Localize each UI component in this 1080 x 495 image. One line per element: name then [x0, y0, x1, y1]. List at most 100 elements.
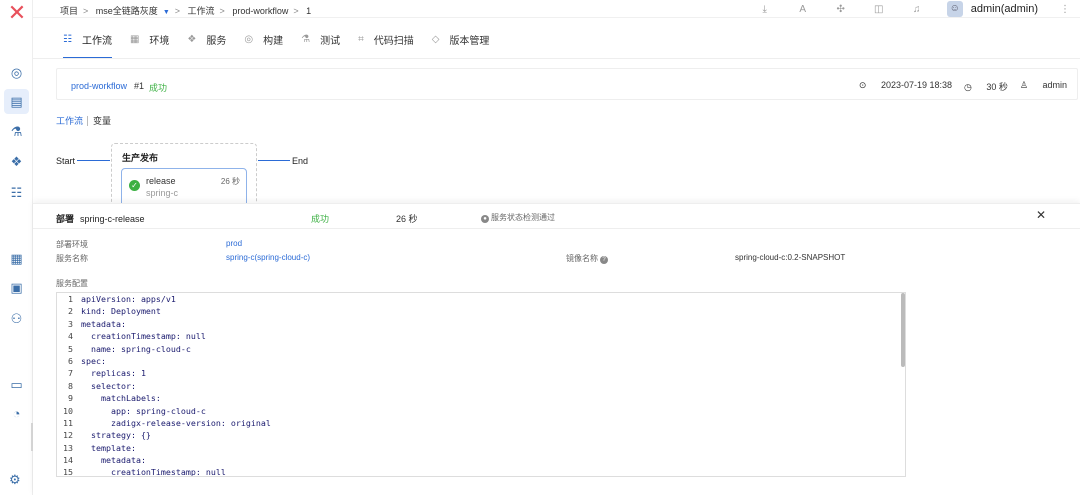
code-text: template:: [81, 442, 136, 453]
breadcrumb: 项目 > mse全链路灰度 ▼ > 工作流 > prod-workflow > 1: [60, 6, 312, 16]
workflow-icon: ☷: [63, 33, 72, 45]
env-icon: ▦: [129, 33, 140, 45]
breadcrumb-project[interactable]: 项目: [60, 6, 78, 16]
monitor-icon[interactable]: ▭: [8, 376, 25, 393]
pie-chart-icon[interactable]: ◔: [8, 405, 25, 422]
gear-icon[interactable]: ⚙: [9, 472, 21, 488]
line-number: 12: [63, 430, 73, 441]
job-name: release: [146, 176, 176, 186]
line-number: 14: [63, 455, 73, 466]
workflow-rail-icon[interactable]: ☷: [8, 184, 25, 201]
line-number: 9: [68, 393, 73, 404]
panel-time: 26 秒: [396, 214, 418, 224]
code-line: 15 creationTimestamp: null: [57, 466, 905, 477]
service-value[interactable]: spring-c(spring-cloud-c): [226, 253, 310, 262]
user-name[interactable]: admin(admin): [971, 3, 1038, 15]
line-number: 10: [63, 405, 73, 416]
code-text: metadata:: [81, 455, 146, 466]
code-text: matchLabels:: [81, 393, 161, 404]
close-icon[interactable]: ✕: [1036, 208, 1046, 222]
bell-icon[interactable]: ♫: [911, 4, 923, 15]
code-line: 5 name: spring-cloud-c: [57, 343, 905, 355]
run-time: ⊙ 2023-07-19 18:38: [858, 80, 953, 90]
tab-workflow[interactable]: ☷ 工作流: [63, 27, 112, 59]
subtabs: 工作流 变量: [56, 114, 112, 127]
line-number: 5: [68, 343, 73, 354]
users-icon[interactable]: ⚇: [8, 310, 25, 327]
chevron-down-icon[interactable]: ▼: [163, 9, 170, 16]
line-number: 2: [68, 306, 73, 317]
line-number: 8: [68, 380, 73, 391]
flask-icon[interactable]: ⚗: [8, 123, 25, 140]
tab-scan[interactable]: ⌗ 代码扫描: [358, 27, 414, 51]
line-number: 6: [68, 355, 73, 366]
stage-title: 生产发布: [122, 153, 159, 163]
code-text: strategy: {}: [81, 430, 151, 441]
flow-end: End: [292, 156, 309, 166]
code-line: 10 app: spring-cloud-c: [57, 405, 905, 417]
editor-scrollbar[interactable]: [901, 293, 905, 367]
code-line: 13 template:: [57, 442, 905, 454]
yaml-editor[interactable]: 1 apiVersion: apps/v1 2 kind: Deployment 3 me…: [56, 292, 906, 477]
image-value: spring-cloud-c:0.2-SNAPSHOT: [735, 253, 846, 262]
tab-service[interactable]: ❖ 服务: [187, 27, 226, 51]
tab-build[interactable]: ◎ 构建: [244, 27, 283, 51]
left-rail: ✕ ◎ ▤ ⚗ ❖ ☷ ▦ ▣ ⚇ ▭ ◔ ⚙: [0, 0, 33, 495]
tab-env[interactable]: ▦ 环境: [130, 27, 169, 51]
plugin-icon[interactable]: ✣: [835, 4, 847, 15]
dashboard-icon[interactable]: ◎: [8, 64, 25, 81]
code-line: 2 kind: Deployment: [57, 305, 905, 317]
breadcrumb-workflow[interactable]: 工作流: [188, 6, 215, 16]
line-number: 4: [68, 331, 73, 342]
flow-start: Start: [56, 156, 76, 166]
panel-divider: [33, 228, 1080, 229]
code-text: app: spring-cloud-c: [81, 405, 206, 416]
code-text: creationTimestamp: null: [81, 331, 206, 342]
projects-icon[interactable]: ▤: [4, 89, 29, 114]
line-number: 15: [63, 467, 73, 477]
test-icon: ⚗: [301, 33, 311, 45]
avatar[interactable]: ☺: [946, 1, 963, 17]
more-icon[interactable]: ⋮: [1060, 4, 1070, 15]
code-line: 4 creationTimestamp: null: [57, 330, 905, 342]
job-card[interactable]: ✓ release spring-c 26 秒: [121, 168, 247, 208]
code-text: creationTimestamp: null: [81, 467, 226, 477]
scan-icon: ⌗: [358, 33, 364, 45]
line-number: 1: [68, 294, 73, 304]
env-value[interactable]: prod: [226, 239, 242, 248]
subtab-variables[interactable]: 变量: [87, 116, 112, 126]
code-text: apiVersion: apps/v1: [81, 294, 176, 304]
code-line: 12 strategy: {}: [57, 429, 905, 441]
book-icon[interactable]: ◫: [873, 4, 885, 15]
config-label: 服务配置: [56, 279, 88, 288]
help-icon[interactable]: ?: [600, 256, 608, 264]
run-number: #1: [134, 81, 145, 91]
job-time: 26 秒: [220, 177, 240, 186]
panel-status: 成功: [311, 214, 330, 224]
cube-icon[interactable]: ❖: [8, 153, 25, 170]
breadcrumb-project-name[interactable]: mse全链路灰度: [96, 6, 158, 16]
clipboard-icon[interactable]: ▦: [8, 250, 25, 267]
breadcrumb-run: 1: [306, 6, 312, 16]
flow-connector-left: [77, 160, 110, 161]
check-circle-icon: ✓: [129, 180, 140, 191]
run-meta: ⊙ 2023-07-19 18:38 ◷ 30 秒 ♙ admin: [847, 80, 1067, 93]
logo-icon[interactable]: ✕: [7, 2, 27, 24]
panel-title: 部署 spring-c-release: [56, 214, 145, 224]
env-label: 部署环境: [56, 240, 88, 249]
run-workflow-name[interactable]: prod-workflow: [71, 81, 127, 91]
text-icon[interactable]: A: [797, 4, 809, 15]
code-line: 11 zadigx-release-version: original: [57, 417, 905, 429]
topbar: 项目 > mse全链路灰度 ▼ > 工作流 > prod-workflow > 1 ⤓ A…: [33, 0, 1080, 18]
code-line: 3 metadata:: [57, 318, 905, 330]
code-text: spec:: [81, 355, 106, 366]
job-detail-panel: 部署 spring-c-release 成功 26 秒 ● 服务状态检测通过 ✕ 部…: [33, 203, 1080, 495]
flow-connector-right: [258, 160, 290, 161]
subtab-workflow[interactable]: 工作流: [56, 116, 83, 126]
tab-version[interactable]: ◇ 版本管理: [432, 27, 490, 51]
breadcrumb-workflow-name[interactable]: prod-workflow: [232, 6, 288, 16]
version-rail-icon[interactable]: ▣: [8, 279, 25, 296]
download-icon[interactable]: ⤓: [759, 4, 771, 15]
tab-test[interactable]: ⚗ 测试: [301, 27, 340, 51]
line-number: 11: [63, 417, 73, 428]
